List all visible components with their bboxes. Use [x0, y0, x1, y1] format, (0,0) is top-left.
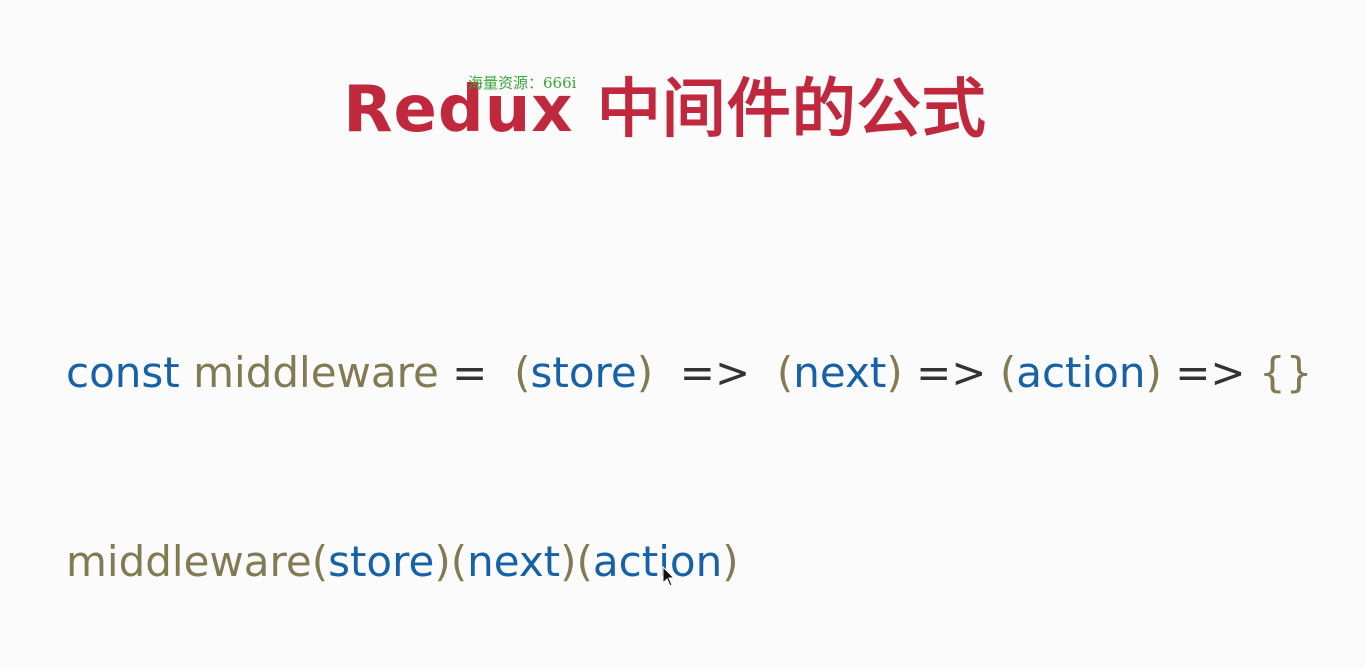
middleware-name: middleware — [193, 348, 439, 397]
arrow-operator-3: => — [1161, 348, 1259, 397]
action-param: action — [1016, 348, 1146, 397]
paren-close-action: ) — [1145, 348, 1162, 397]
paren-open-next: ( — [776, 348, 794, 397]
action-arg: action — [592, 537, 723, 586]
arrow-operator-1: => — [653, 348, 777, 397]
watermark-text: 海量资源：666i — [468, 74, 577, 92]
paren-close-next: ) — [886, 348, 903, 397]
next-param: next — [793, 348, 887, 397]
const-keyword: const — [66, 348, 180, 397]
middleware-definition-line: const middleware = (store) => (next) => … — [66, 352, 1312, 394]
slide-title: Redux 中间件的公式 — [343, 73, 987, 147]
store-param: store — [530, 348, 637, 397]
mouse-pointer-icon — [662, 566, 676, 587]
call-paren-open-store: ( — [311, 537, 329, 586]
arrow-operator-2: => — [902, 348, 1000, 397]
middleware-call-line: middleware(store)(next)(action) — [66, 541, 739, 583]
paren-open-store: ( — [500, 348, 531, 397]
call-paren-close-next: ) — [560, 537, 577, 586]
paren-open-action: ( — [999, 348, 1017, 397]
equals-operator: = — [438, 348, 501, 397]
next-arg: next — [467, 537, 561, 586]
store-arg: store — [328, 537, 435, 586]
call-paren-close-action: ) — [722, 537, 739, 586]
paren-close-store: ) — [636, 348, 654, 397]
call-paren-open-action: ( — [576, 537, 593, 586]
middleware-call-name: middleware — [66, 537, 312, 586]
slide: Redux 中间件的公式 海量资源：666i const middleware … — [0, 0, 1365, 669]
function-body-braces: {} — [1258, 348, 1313, 397]
call-paren-close-store: ) — [434, 537, 451, 586]
call-paren-open-next: ( — [450, 537, 468, 586]
